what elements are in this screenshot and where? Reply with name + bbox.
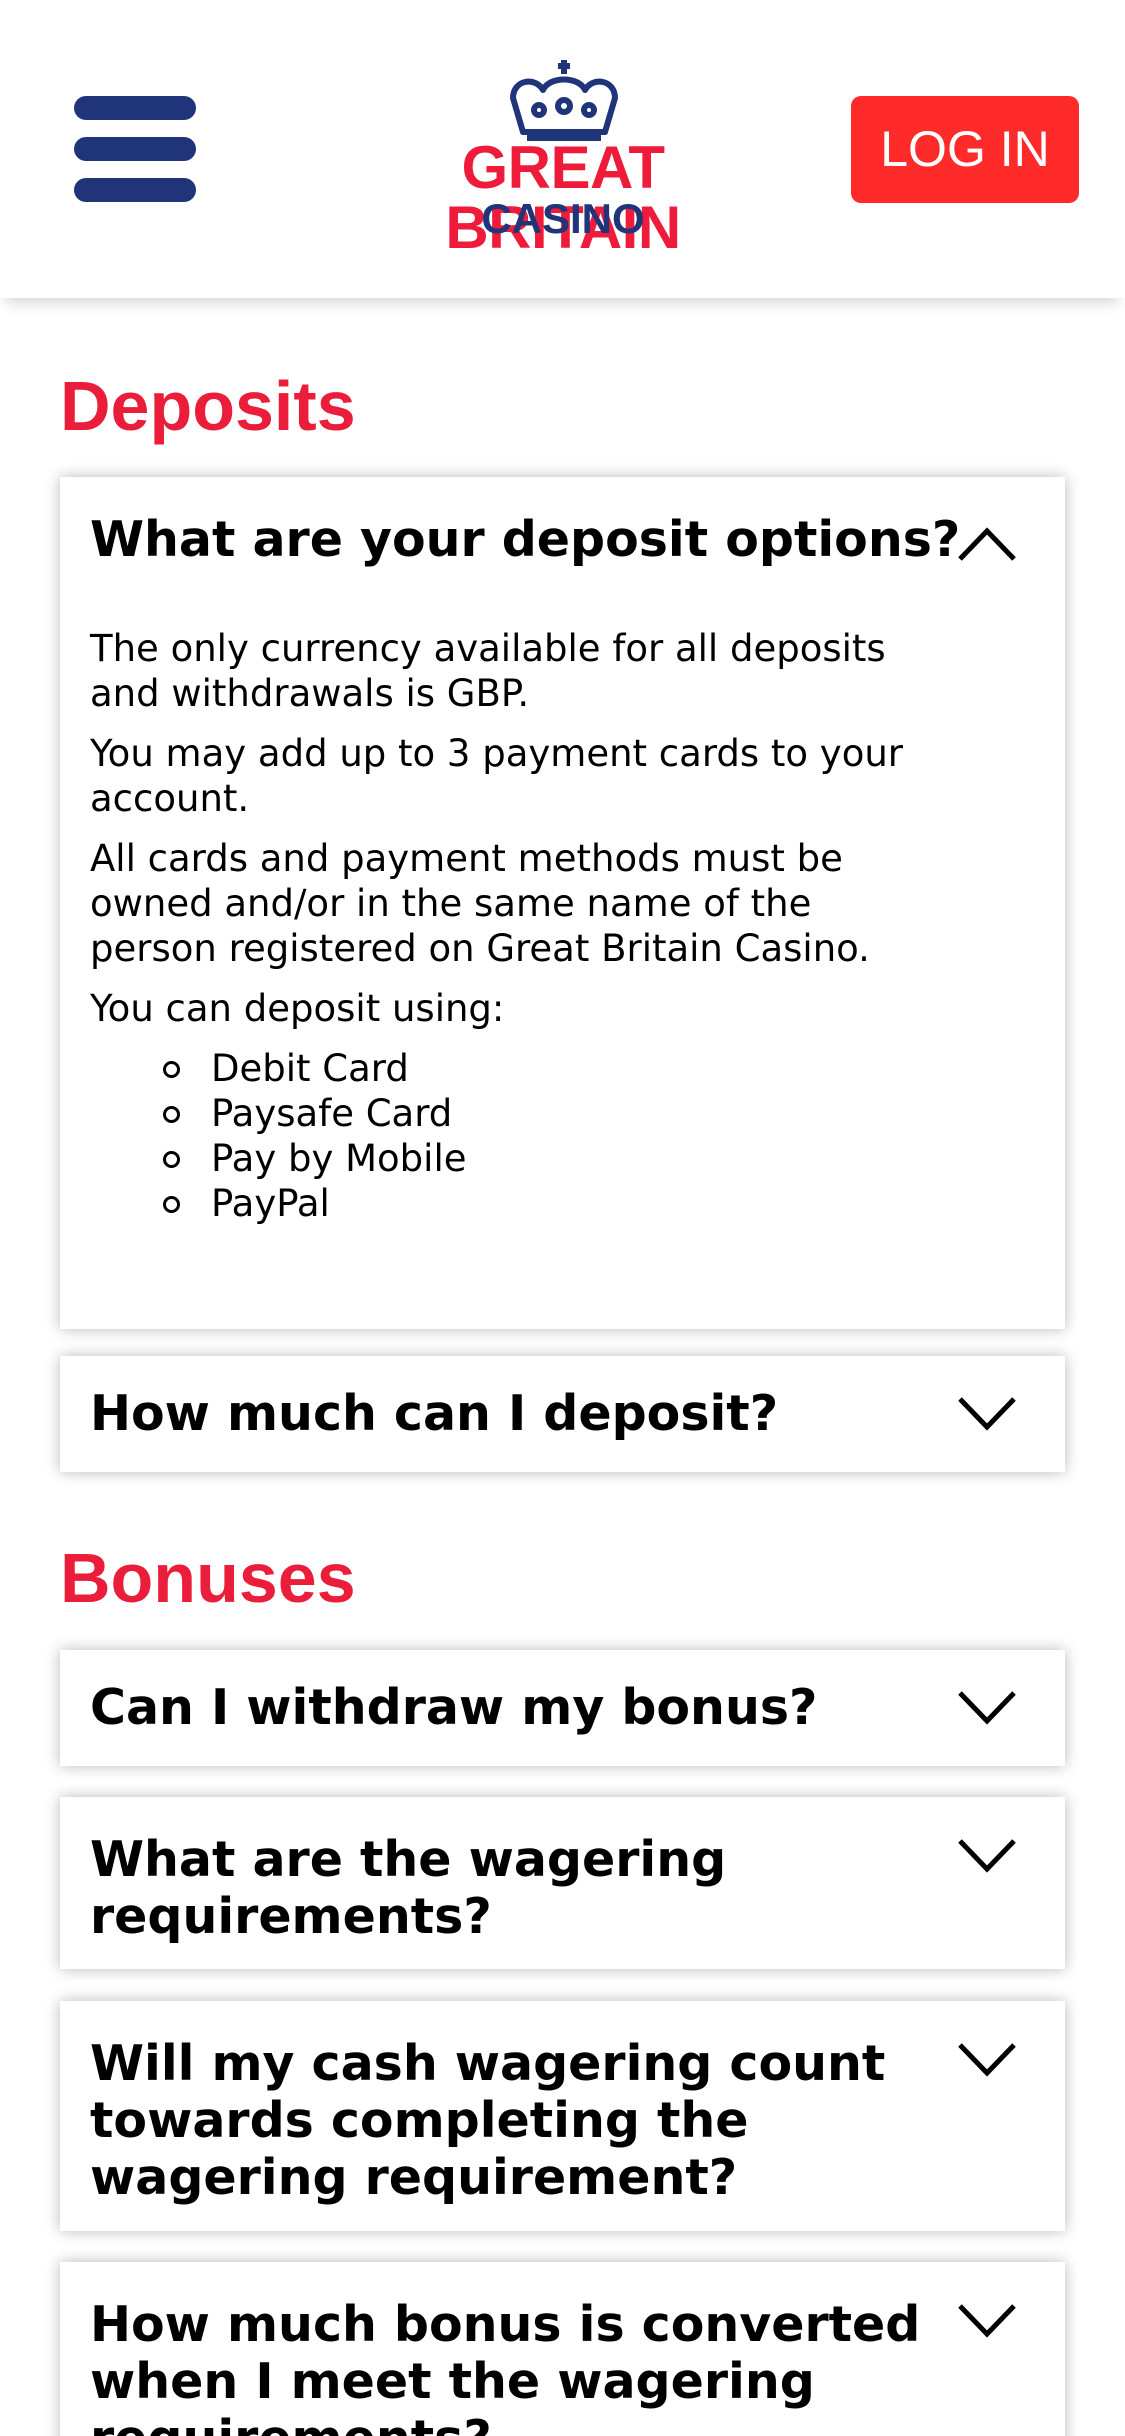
crown-icon: [510, 60, 618, 141]
answer-paragraph: The only currency available for all depo…: [90, 627, 886, 715]
faq-question: How much bonus is converted when I meet …: [90, 2296, 921, 2436]
faq-question: What are the wagering requirements?: [90, 1831, 727, 1945]
hamburger-menu-icon[interactable]: [74, 96, 196, 204]
chevron-down-icon[interactable]: [957, 2041, 1017, 2079]
faq-item-bonus-conversion[interactable]: How much bonus is converted when I meet …: [60, 2262, 1065, 2436]
faq-item-deposit-options[interactable]: What are your deposit options? The only …: [60, 477, 1065, 1329]
site-logo[interactable]: GREAT BRITAIN CASINO: [355, 58, 771, 258]
faq-question: Can I withdraw my bonus?: [90, 1679, 818, 1736]
faq-item-cash-wagering[interactable]: Will my cash wagering count towards comp…: [60, 2001, 1065, 2231]
list-item: Pay by Mobile: [163, 1136, 915, 1181]
menu-bar-bottom: [74, 178, 196, 202]
answer-paragraph: You may add up to 3 payment cards to you…: [90, 732, 904, 820]
section-title-deposits: Deposits: [60, 367, 356, 445]
faq-question: What are your deposit options?: [90, 511, 961, 568]
list-item: PayPal: [163, 1181, 915, 1226]
faq-answer: The only currency available for all depo…: [90, 626, 965, 1244]
chevron-down-icon[interactable]: [957, 1837, 1017, 1875]
site-header: GREAT BRITAIN CASINO LOG IN: [0, 0, 1125, 298]
section-title-bonuses: Bonuses: [60, 1539, 356, 1617]
logo-text-casino: CASINO: [481, 195, 645, 242]
login-button[interactable]: LOG IN: [851, 96, 1079, 203]
answer-paragraph: All cards and payment methods must be ow…: [90, 837, 870, 970]
faq-item-wagering-requirements[interactable]: What are the wagering requirements?: [60, 1797, 1065, 1969]
faq-question: Will my cash wagering count towards comp…: [90, 2035, 886, 2206]
faq-item-withdraw-bonus[interactable]: Can I withdraw my bonus?: [60, 1650, 1065, 1766]
deposit-methods-list: Debit Card Paysafe Card Pay by Mobile Pa…: [163, 1046, 915, 1244]
menu-bar-top: [74, 96, 196, 120]
chevron-up-icon[interactable]: [957, 525, 1017, 563]
menu-bar-middle: [74, 137, 196, 161]
chevron-down-icon[interactable]: [957, 1689, 1017, 1727]
faq-question: How much can I deposit?: [90, 1385, 779, 1442]
list-item: Debit Card: [163, 1046, 915, 1091]
chevron-down-icon[interactable]: [957, 1395, 1017, 1433]
faq-item-deposit-amount[interactable]: How much can I deposit?: [60, 1356, 1065, 1472]
chevron-down-icon[interactable]: [957, 2302, 1017, 2340]
answer-paragraph: You can deposit using:: [90, 987, 505, 1030]
list-item: Paysafe Card: [163, 1091, 915, 1136]
